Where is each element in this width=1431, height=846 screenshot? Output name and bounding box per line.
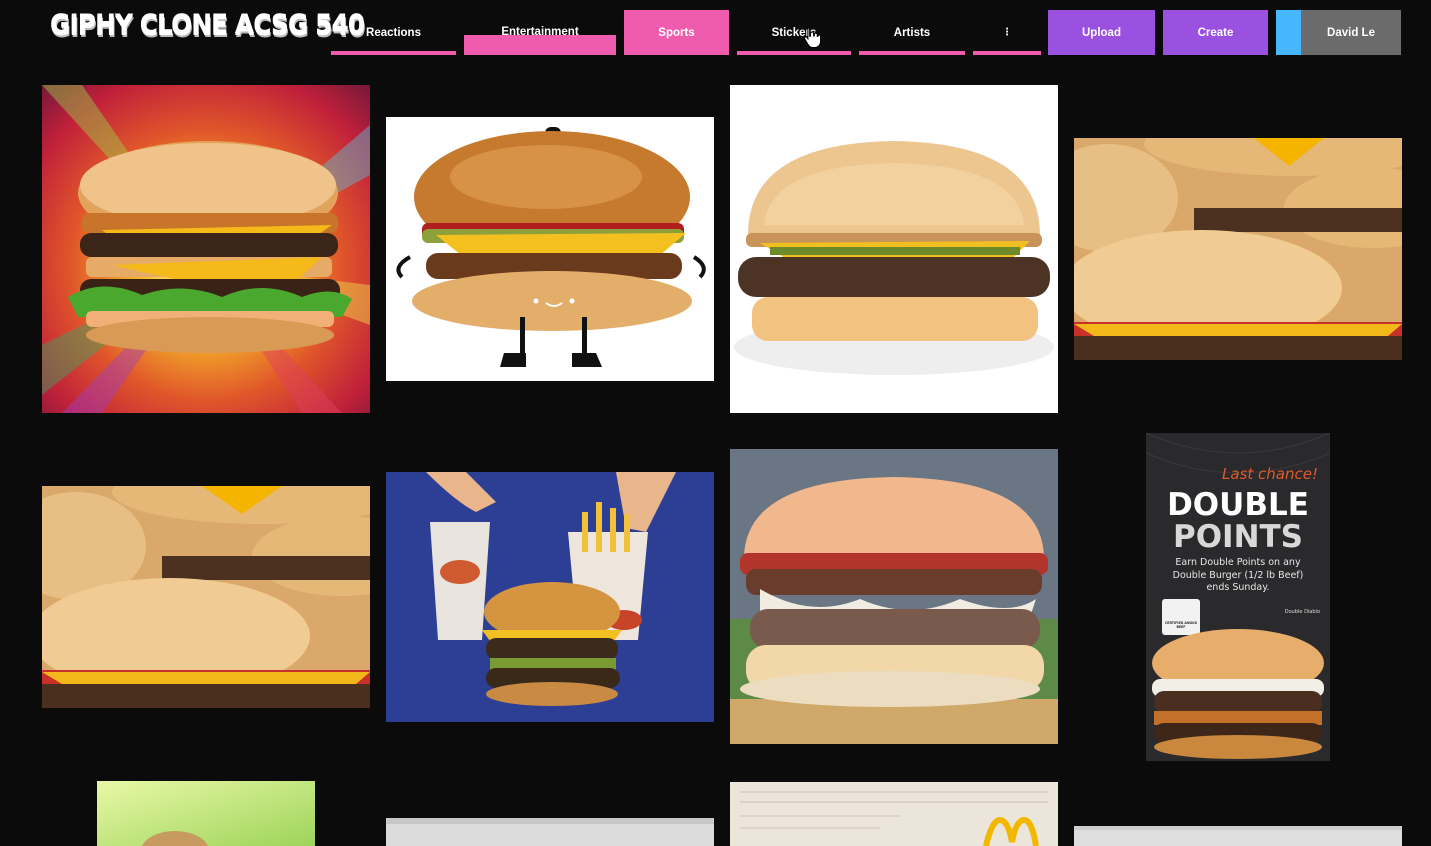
gif-card[interactable] [386,818,714,846]
gif-card[interactable] [97,781,315,846]
nav-item-stickers[interactable]: Stickers [737,10,851,55]
nav-item-entertainment[interactable]: Entertainment [464,10,616,55]
nav-label: Reactions [366,26,421,39]
gif-double-points-ad: Last chance! DOUBLE POINTS Earn Double P… [1146,433,1330,761]
nav-hover-fill [464,35,616,55]
nav-underline [737,51,851,55]
gif-burger-green-bg [97,781,315,846]
user-profile-button[interactable]: David Le [1276,10,1401,55]
gif-double-cheeseburger-rainbow [42,85,370,413]
gif-single-cheeseburger [730,85,1058,413]
gif-grey-burger-2 [1074,826,1402,846]
gif-cartoon-burger [386,117,714,381]
nav-label: Artists [893,26,931,39]
nav-underline [859,51,965,55]
site-logo[interactable]: GIPHY CLONE ACSG 540 [50,10,365,44]
more-icon: ⋮ [1002,27,1012,38]
ad-headline-2: POINTS [1173,519,1303,555]
nav-label: Entertainment [501,25,579,38]
upload-label: Upload [1082,26,1121,39]
gif-card[interactable] [386,472,714,722]
ad-body: Earn Double Points on any Double Burger … [1172,557,1304,593]
create-button[interactable]: Create [1163,10,1268,55]
nav-underline [331,51,456,55]
gif-card[interactable] [730,449,1058,744]
nav-item-artists[interactable]: Artists [859,10,965,55]
create-label: Create [1197,26,1234,39]
user-name: David Le [1327,26,1375,39]
gif-mcdonalds-paper [730,782,1058,846]
ad-product: Double Diablo [1285,609,1320,615]
nav-item-more[interactable]: ⋮ [973,10,1041,55]
nav-underline [973,51,1041,55]
gif-card[interactable] [730,782,1058,846]
nav-item-reactions[interactable]: Reactions [331,10,456,55]
gif-juicy-burger [730,449,1058,744]
gif-card[interactable] [42,486,370,708]
gif-grey-burger [386,818,714,846]
nav-label: Sports [658,26,695,39]
nav-item-sports[interactable]: Sports [624,10,729,55]
gif-card[interactable] [386,117,714,381]
gif-stacked-cheeseburgers-2 [42,486,370,708]
ad-badge: CERTIFIED ANGUS BEEF [1164,621,1198,629]
upload-button[interactable]: Upload [1048,10,1155,55]
gif-burger-king-ad [386,472,714,722]
gif-card[interactable] [1074,138,1402,360]
gif-card[interactable] [42,85,370,413]
user-accent-bar [1276,10,1301,55]
ad-headline-1: DOUBLE [1167,487,1309,523]
hand-cursor-icon [803,26,821,48]
ad-headline-small: Last chance! [1222,465,1318,483]
gif-card[interactable] [1074,826,1402,846]
gif-card[interactable]: Last chance! DOUBLE POINTS Earn Double P… [1146,433,1330,761]
gif-card[interactable] [730,85,1058,413]
gif-stacked-cheeseburgers [1074,138,1402,360]
